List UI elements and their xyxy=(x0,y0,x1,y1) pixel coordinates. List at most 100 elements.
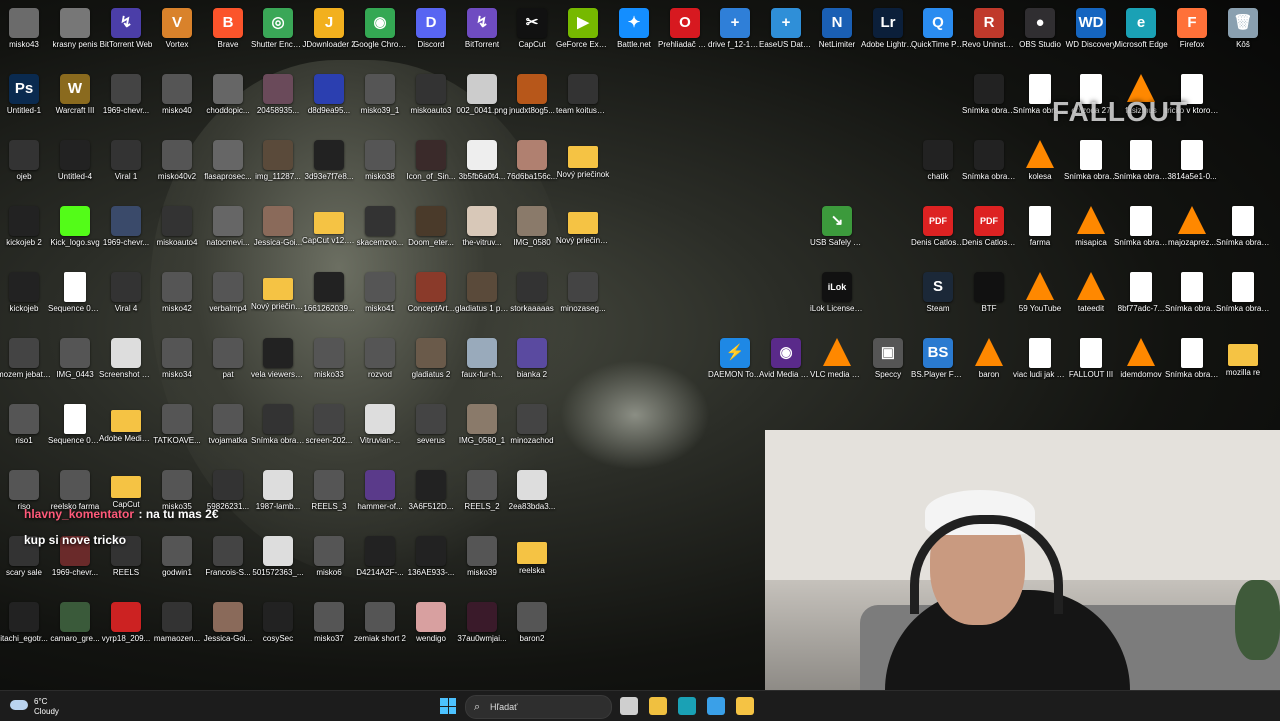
desktop-icon[interactable]: misko41 xyxy=(355,270,405,334)
desktop-icon[interactable]: Q QuickTime Player xyxy=(911,6,965,70)
desktop-icon[interactable]: 3A6F512D... xyxy=(406,468,456,532)
desktop-icon[interactable]: CapCut v12.9.0 [... xyxy=(302,204,356,268)
desktop-icon[interactable]: 8bf77adc-7... xyxy=(1116,270,1166,334)
desktop-icon[interactable]: natocmevi... xyxy=(203,204,253,268)
desktop-icon[interactable]: d8d9ea95... xyxy=(304,72,354,136)
desktop-icon[interactable]: miskoauto3 xyxy=(406,72,456,136)
desktop-icon[interactable]: BS BS.Player FREE xyxy=(911,336,965,400)
desktop-icon[interactable]: + drive f_12-19-20... xyxy=(708,6,762,70)
desktop-icon[interactable]: iLok iLok License Manager xyxy=(810,270,864,334)
photos-icon[interactable] xyxy=(707,697,725,715)
desktop-icon[interactable]: hammer-of... xyxy=(355,468,405,532)
desktop-icon[interactable]: Screenshot 2025-05-24... xyxy=(99,336,153,400)
desktop-icon[interactable]: O Prehliadač Opera xyxy=(658,6,712,70)
desktop-icon[interactable]: Snímka obrazovk... xyxy=(962,138,1016,202)
desktop-icon[interactable]: bianka 2 xyxy=(507,336,557,400)
desktop-icon[interactable]: pat xyxy=(203,336,253,400)
desktop-icon[interactable]: misko38 xyxy=(355,138,405,202)
desktop-icon[interactable]: Icon_of_Sin... xyxy=(406,138,456,202)
desktop-icon[interactable]: TATKOAVE... xyxy=(152,402,202,466)
desktop-icon[interactable]: 002_0041.png xyxy=(456,72,508,136)
desktop-icon[interactable]: F Firefox xyxy=(1167,6,1217,70)
desktop-icon[interactable]: baron2 xyxy=(507,600,557,664)
desktop-icon[interactable]: kickojeb xyxy=(0,270,49,334)
desktop-icon[interactable]: Ps Untitled-1 xyxy=(0,72,49,136)
desktop-icon[interactable]: 3d93e7f7e8... xyxy=(304,138,354,202)
desktop-icon[interactable]: Untitled-4 xyxy=(50,138,100,202)
desktop-icon[interactable]: Kick_logo.svg xyxy=(50,204,100,268)
desktop-icon[interactable]: 1987-lamb... xyxy=(253,468,303,532)
desktop-icon[interactable]: team koitusmp4 xyxy=(556,72,610,136)
desktop-icon[interactable]: ✦ Battle.net xyxy=(609,6,659,70)
desktop-icon[interactable]: misapica xyxy=(1066,204,1116,268)
desktop-icon[interactable]: misko39 xyxy=(457,534,507,598)
desktop-icon[interactable]: VLC media player xyxy=(810,336,864,400)
desktop-icon[interactable]: 37au0wmjai... xyxy=(457,600,507,664)
desktop-icon[interactable]: 20458935... xyxy=(253,72,303,136)
desktop-icon[interactable]: gladiatus 1 provinci... xyxy=(455,270,509,334)
desktop-icon[interactable]: miskoauto4 xyxy=(152,204,202,268)
desktop-icon[interactable]: IMG_0580_1 xyxy=(457,402,507,466)
desktop-icon[interactable]: REELS_3 xyxy=(304,468,354,532)
desktop-icon[interactable]: gladiatus 2 xyxy=(406,336,456,400)
desktop-icon[interactable]: wendigo xyxy=(406,600,456,664)
desktop-icon[interactable]: Jessica-Goi... xyxy=(203,600,253,664)
desktop-icon[interactable]: misko37 xyxy=(304,600,354,664)
desktop-icon[interactable]: N NetLimiter xyxy=(812,6,862,70)
desktop-icon[interactable]: Snímka obrazovk... xyxy=(1216,270,1270,334)
desktop-icon[interactable]: ⚡ DAEMON Tools Lite xyxy=(708,336,762,400)
desktop-icon[interactable]: ◉ Avid Media Composer xyxy=(759,336,813,400)
desktop-icon[interactable]: Snímka obrazovk... xyxy=(251,402,305,466)
desktop-icon[interactable]: cosySec xyxy=(253,600,303,664)
desktop-icon[interactable]: kickojeb 2 xyxy=(0,204,49,268)
desktop-icon[interactable]: 76d6ba156c... xyxy=(507,138,557,202)
desktop-icon[interactable]: zemiak short 2 xyxy=(354,600,406,664)
desktop-icon[interactable]: Nový priečinok xyxy=(557,138,609,202)
desktop-icon[interactable]: Snímka obrazovk... xyxy=(1114,138,1168,202)
desktop-icon[interactable]: ◎ Shutter Encod... xyxy=(251,6,305,70)
desktop-icon[interactable]: mamaozen... xyxy=(152,600,202,664)
desktop-icon[interactable]: 1969-chevr... xyxy=(101,204,151,268)
desktop-icon[interactable]: S Steam xyxy=(913,270,963,334)
desktop-icon[interactable]: itachi_egotr... xyxy=(0,600,49,664)
desktop-icon[interactable]: storkaaaaas xyxy=(507,270,557,334)
desktop-icon[interactable]: misko6 xyxy=(304,534,354,598)
desktop-icon[interactable]: PDF Denis Catlos CV-SK xyxy=(911,204,965,268)
desktop-icon[interactable]: e Microsoft Edge xyxy=(1114,6,1168,70)
desktop-icon[interactable]: 3b5fb6a0t4... xyxy=(457,138,507,202)
desktop-icon[interactable]: 136AE933-... xyxy=(406,534,456,598)
desktop-icon[interactable]: jnudxt8og5... xyxy=(507,72,557,136)
desktop-icon[interactable]: tvojamatka xyxy=(203,402,253,466)
desktop-icon[interactable]: baron xyxy=(964,336,1014,400)
desktop-icon[interactable]: minozachod xyxy=(507,402,557,466)
desktop-icon[interactable]: mozilla re xyxy=(1218,336,1268,400)
desktop-icon[interactable]: the-vitruv... xyxy=(457,204,507,268)
desktop-icon[interactable]: ▶ GeForce Experience xyxy=(556,6,610,70)
desktop-icon[interactable]: BTF xyxy=(964,270,1014,334)
desktop-icon[interactable]: misko40v2 xyxy=(152,138,202,202)
desktop-icon[interactable]: reelska xyxy=(507,534,557,598)
desktop-icon[interactable]: + EaseUS Data Recovery ... xyxy=(759,6,813,70)
desktop-icon[interactable]: Vitruvian-... xyxy=(355,402,405,466)
desktop-icon[interactable]: verbalmp4 xyxy=(203,270,253,334)
desktop-icon[interactable]: B Brave xyxy=(203,6,253,70)
desktop-icon[interactable]: krasny penis xyxy=(50,6,100,70)
desktop-icon[interactable]: ▣ Speccy xyxy=(863,336,913,400)
store-icon[interactable] xyxy=(649,697,667,715)
desktop-icon[interactable]: flasaprosec... xyxy=(203,138,253,202)
desktop-icon[interactable]: Snímka obrazovk... xyxy=(1165,270,1219,334)
desktop-icon[interactable]: 1969-chevr... xyxy=(101,72,151,136)
desktop-icon[interactable]: ◉ Google Chrome xyxy=(353,6,407,70)
desktop-icon[interactable]: Snímka obrazovk... xyxy=(1216,204,1270,268)
desktop-icon[interactable]: Doom_eter... xyxy=(406,204,456,268)
desktop-icon[interactable]: 1661262039... xyxy=(303,270,355,334)
desktop-icon[interactable]: rozvod xyxy=(355,336,405,400)
desktop-icon[interactable]: V Vortex xyxy=(152,6,202,70)
desktop-icon[interactable]: ojeb xyxy=(0,138,49,202)
desktop-icon[interactable]: misko39_1 xyxy=(355,72,405,136)
desktop-icon[interactable]: PDF Denis Catlos CV-EN xyxy=(962,204,1016,268)
desktop-icon[interactable]: Snímka obrazovk... xyxy=(962,72,1016,136)
desktop-icon[interactable]: Lr Adobe Lightroo... xyxy=(861,6,915,70)
desktop-icon[interactable]: Snímka obrazovk... xyxy=(1114,204,1168,268)
task-view-icon[interactable] xyxy=(620,697,638,715)
